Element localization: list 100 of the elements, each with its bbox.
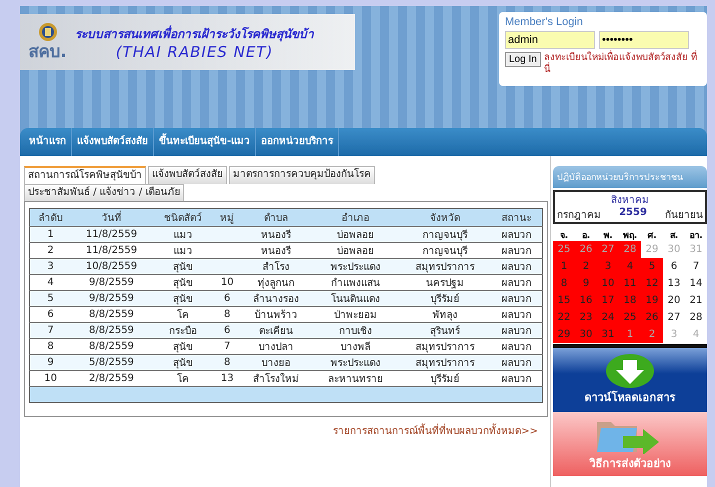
table-cell: พระประแดง [312, 258, 399, 274]
table-cell: สมุทรปราการ [398, 354, 492, 370]
weekday-label: อา. [688, 230, 704, 241]
prev-month-link[interactable]: กรกฎาคม [557, 207, 601, 222]
weekday-label: พฤ. [622, 230, 638, 241]
download-banner[interactable]: ดาวน์โหลดเอกสาร [553, 348, 707, 412]
table-cell: 10/8/2559 [71, 258, 152, 274]
table-cell: หนองรี [240, 226, 312, 242]
calendar-day[interactable]: 5 [641, 258, 663, 275]
table-cell: บุรีรัมย์ [398, 290, 492, 306]
column-header: หมู่ [214, 208, 240, 226]
calendar-day[interactable]: 21 [685, 292, 707, 309]
send-banner[interactable]: วิธีการส่งตัวอย่าง [553, 412, 707, 476]
weekday-label: ส. [668, 230, 680, 241]
calendar-day[interactable]: 25 [619, 309, 641, 326]
calendar-day[interactable]: 30 [575, 326, 597, 343]
password-field[interactable]: •••••••• [599, 31, 689, 49]
table-cell: 6 [214, 322, 240, 338]
column-header: จังหวัด [398, 208, 492, 226]
column-header: ชนิดสัตว์ [152, 208, 215, 226]
column-header: ตำบล [240, 208, 312, 226]
calendar-day[interactable]: 22 [553, 309, 575, 326]
calendar-day[interactable]: 3 [597, 258, 619, 275]
calendar-day[interactable]: 18 [619, 292, 641, 309]
calendar-day[interactable]: 14 [685, 275, 707, 292]
calendar-day[interactable]: 31 [597, 326, 619, 343]
table-cell: 3 [30, 258, 72, 274]
calendar-day[interactable]: 10 [597, 275, 619, 292]
tab[interactable]: มาตรการการควบคุมป้องกันโรค [229, 166, 375, 184]
calendar-day[interactable]: 3 [663, 326, 685, 343]
calendar-day[interactable]: 11 [619, 275, 641, 292]
tab[interactable]: แจ้งพบสัตว์สงสัย [148, 166, 227, 184]
table-cell: บางยอ [240, 354, 312, 370]
calendar-day[interactable]: 4 [685, 326, 707, 343]
column-header: สถานะ [491, 208, 542, 226]
register-link[interactable]: ลงทะเบียนใหม่เพื่อแจ้งพบสัตว์สงสัย ที่นี่ [544, 52, 701, 76]
calendar-day[interactable]: 16 [575, 292, 597, 309]
table-cell: 1 [30, 226, 72, 242]
calendar-day[interactable]: 7 [685, 258, 707, 275]
weekday-label: จ. [558, 230, 570, 241]
calendar-day[interactable]: 9 [575, 275, 597, 292]
calendar-day[interactable]: 31 [685, 241, 707, 258]
table-cell: กาญจนบุรี [398, 226, 492, 242]
table-cell: กระบือ [152, 322, 215, 338]
table-cell: ผลบวก [491, 322, 542, 338]
calendar-day[interactable]: 27 [663, 309, 685, 326]
table-cell: ลำนางรอง [240, 290, 312, 306]
calendar-day[interactable]: 2 [575, 258, 597, 275]
calendar-day[interactable]: 8 [553, 275, 575, 292]
table-cell: ผลบวก [491, 226, 542, 242]
weekday-label: ศ. [646, 230, 658, 241]
login-button[interactable]: Log In [505, 52, 541, 67]
calendar-day[interactable]: 23 [575, 309, 597, 326]
table-cell: ผลบวก [491, 258, 542, 274]
table-cell: 5/8/2559 [71, 354, 152, 370]
table-cell: สุนัข [152, 258, 215, 274]
calendar-day[interactable]: 30 [663, 241, 685, 258]
more-link[interactable]: รายการสถานการณ์พื้นที่ที่พบผลบวกทั้งหมด>> [333, 426, 538, 437]
table-cell: ผลบวก [491, 354, 542, 370]
calendar-day[interactable]: 17 [597, 292, 619, 309]
calendar-day[interactable]: 28 [685, 309, 707, 326]
calendar-day[interactable]: 15 [553, 292, 575, 309]
site-subtitle: (THAI RABIES NET) [116, 42, 274, 60]
weekday-label: อ. [580, 230, 592, 241]
calendar-day[interactable]: 6 [663, 258, 685, 275]
calendar-day[interactable]: 13 [663, 275, 685, 292]
calendar-day[interactable]: 4 [619, 258, 641, 275]
column-header: ลำดับ [30, 208, 72, 226]
emblem-icon [38, 22, 58, 42]
table-cell: 8 [214, 354, 240, 370]
tab[interactable]: สถานการณ์โรคพิษสุนัขบ้า [24, 166, 146, 184]
table-cell: บ่อพลอย [312, 226, 399, 242]
sidebar-title: ปฏิบัติออกหน่วยบริการประชาชน [553, 166, 707, 188]
month-label: สิงหาคม [610, 194, 650, 207]
table-cell: 9 [30, 354, 72, 370]
column-header: อำเภอ [312, 208, 399, 226]
calendar-day[interactable]: 24 [597, 309, 619, 326]
calendar-day[interactable]: 29 [641, 241, 663, 258]
table-cell: สมุทรปราการ [398, 258, 492, 274]
next-month-link[interactable]: กันยายน [665, 207, 703, 222]
table-cell: แมว [152, 226, 215, 242]
table-cell: สุรินทร์ [398, 322, 492, 338]
calendar-day[interactable]: 12 [641, 275, 663, 292]
table-cell: พระประแดง [312, 354, 399, 370]
username-field[interactable]: admin [505, 31, 595, 49]
weekday-label: พ. [602, 230, 614, 241]
tab[interactable]: ประชาสัมพันธ์ / แจ้งข่าว / เตือนภัย [24, 184, 184, 201]
table-cell: สุนัข [152, 354, 215, 370]
table-cell: โนนดินแดง [312, 290, 399, 306]
calendar-day[interactable]: 26 [641, 309, 663, 326]
calendar-day[interactable]: 20 [663, 292, 685, 309]
calendar-day[interactable]: 29 [553, 326, 575, 343]
table-cell: 7 [30, 322, 72, 338]
calendar-day[interactable]: 1 [553, 258, 575, 275]
table-cell: 5 [30, 290, 72, 306]
calendar-day[interactable]: 19 [641, 292, 663, 309]
table-cell: 9/8/2559 [71, 290, 152, 306]
table-cell: ผลบวก [491, 290, 542, 306]
table-cell: สุนัข [152, 290, 215, 306]
column-header: วันที่ [71, 208, 152, 226]
